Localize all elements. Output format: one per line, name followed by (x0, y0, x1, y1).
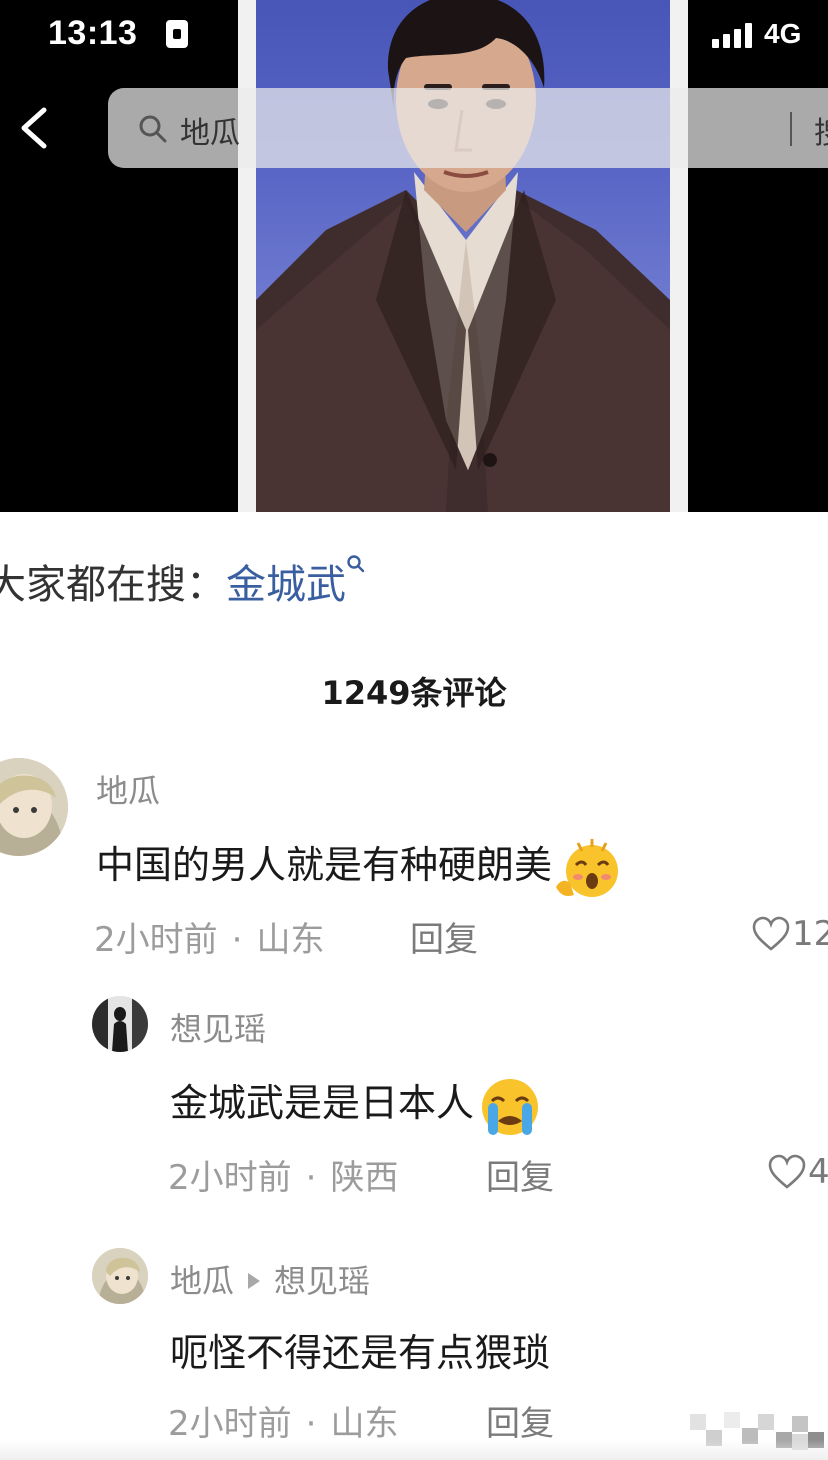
comment-body: 中国的男人就是有种硬朗美 (96, 843, 553, 887)
search-bar[interactable]: 地瓜 搜 (108, 88, 828, 168)
next-image-dark (688, 0, 828, 512)
like-button[interactable]: 12 (752, 914, 828, 954)
portrait-photo[interactable] (256, 0, 670, 512)
image-carousel[interactable]: 13:13 4G 地瓜 搜 (0, 0, 828, 512)
back-button[interactable] (14, 104, 54, 152)
network-type: 4G (764, 18, 802, 49)
comment-text: 呃怪不得还是有点猥琐 (170, 1322, 550, 1377)
comment-location: 陕西 (330, 1158, 399, 1198)
comment-location: 山东 (330, 1404, 399, 1444)
image-gap (238, 0, 256, 512)
status-time: 13:13 (48, 14, 138, 52)
avatar[interactable] (0, 758, 68, 856)
heart-icon (768, 1154, 806, 1189)
reply-button[interactable]: 回复 (410, 912, 478, 961)
comment-meta: 2小时前 · 山东 (94, 920, 325, 960)
like-count: 4 (808, 1152, 828, 1192)
comment-meta: 2小时前 · 山东 (168, 1404, 399, 1444)
image-gap (670, 0, 688, 512)
crying-face-emoji-icon (482, 1078, 539, 1135)
previous-image-dark (0, 0, 238, 512)
like-button[interactable]: 4 (768, 1152, 828, 1192)
avatar[interactable] (92, 1248, 148, 1304)
comment-location: 山东 (256, 920, 325, 960)
trending-search-row: 大家都在搜：金城武 (0, 552, 366, 610)
comment-time: 2小时前 (168, 1404, 292, 1444)
search-icon (139, 115, 167, 143)
comment-text: 金城武是是日本人 (170, 1072, 544, 1137)
chevron-left-icon (21, 107, 47, 149)
comment-meta: 2小时前 · 陕西 (168, 1158, 399, 1198)
like-count: 12 (792, 914, 828, 954)
search-input[interactable]: 地瓜 (180, 108, 240, 152)
reply-button[interactable]: 回复 (486, 1150, 554, 1199)
shy-blush-emoji-icon (556, 838, 619, 897)
comment-username[interactable]: 地瓜 (96, 766, 160, 812)
reply-target-username[interactable]: 想见瑶 (274, 1262, 370, 1300)
reply-button[interactable]: 回复 (486, 1396, 554, 1445)
search-icon (347, 555, 365, 573)
comment-count: 1249条评论 (321, 674, 507, 712)
signal-strength-icon (712, 22, 758, 48)
search-divider (790, 112, 792, 146)
trending-prefix: 大家都在搜： (0, 562, 226, 608)
bottom-fade (0, 1440, 828, 1460)
comment-time: 2小时前 (168, 1158, 292, 1198)
comment-text: 中国的男人就是有种硬朗美 (96, 834, 628, 899)
comment-body: 金城武是是日本人 (170, 1081, 475, 1125)
comment-username[interactable]: 想见瑶 (170, 1004, 266, 1050)
comment-username-row: 地瓜 想见瑶 (170, 1256, 370, 1302)
avatar[interactable] (92, 996, 148, 1052)
trending-search-link[interactable]: 金城武 (226, 562, 346, 608)
comment-time: 2小时前 (94, 920, 218, 960)
orientation-lock-icon (166, 20, 188, 48)
comment-body: 呃怪不得还是有点猥琐 (170, 1331, 551, 1375)
search-button[interactable]: 搜 (814, 108, 828, 152)
heart-icon (752, 916, 790, 951)
comment-username[interactable]: 地瓜 (170, 1262, 234, 1300)
reply-arrow-icon (248, 1273, 261, 1289)
